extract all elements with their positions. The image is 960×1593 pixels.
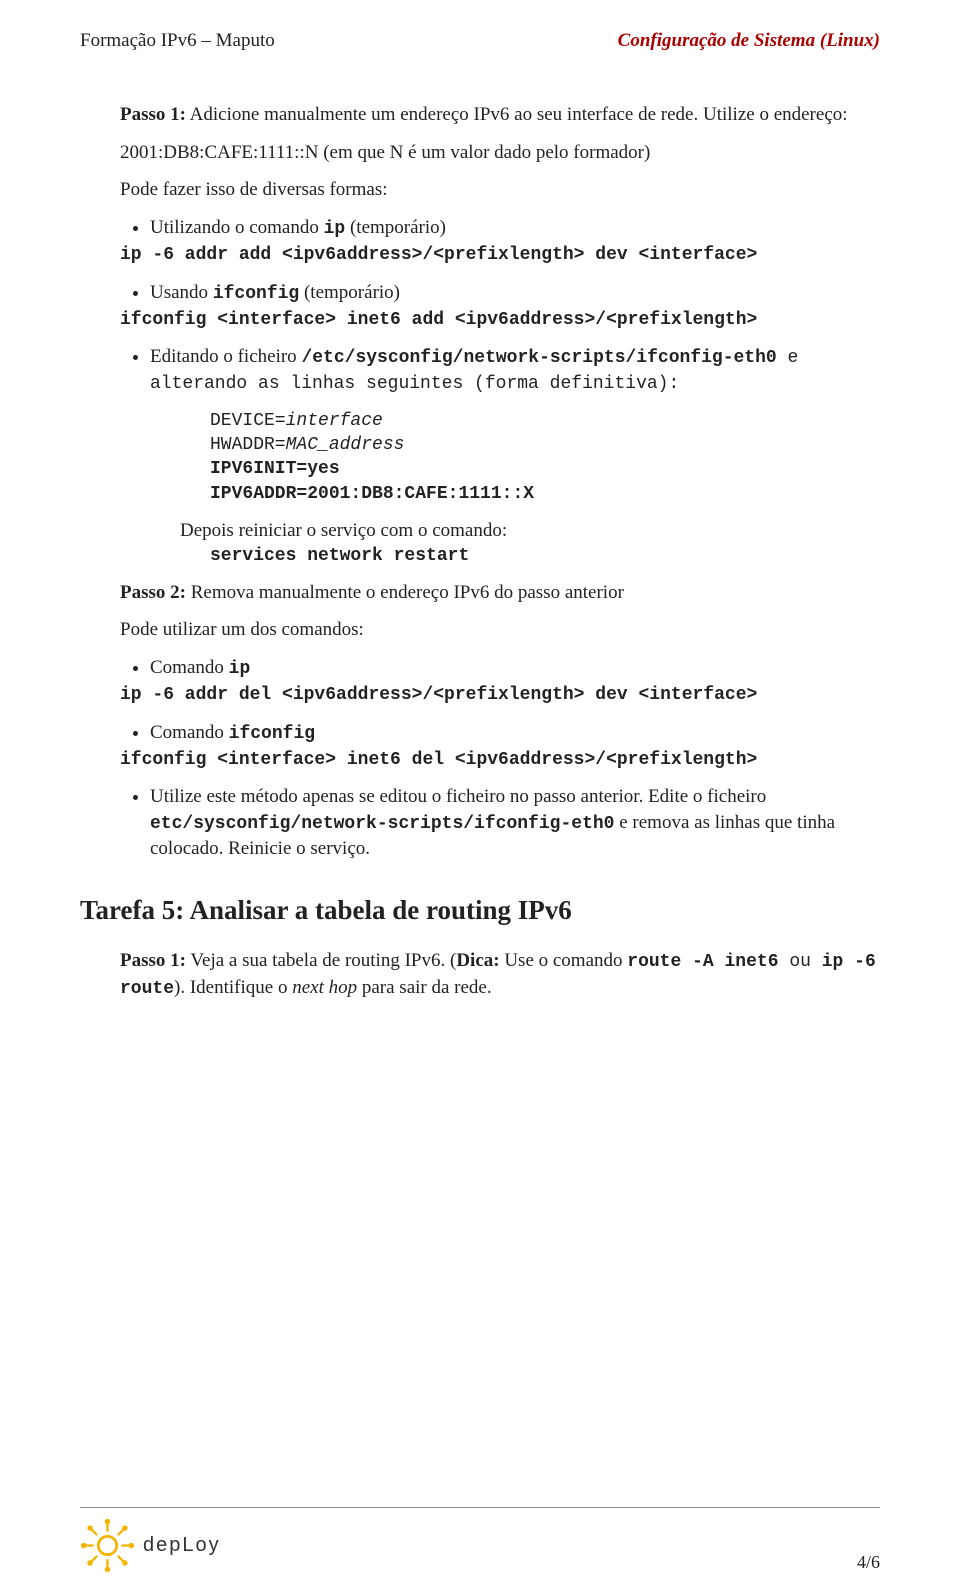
tarefa5-passo1: Passo 1: Veja a sua tabela de routing IP… bbox=[120, 948, 880, 1001]
passo1-title-text: Adicione manualmente um endereço IPv6 ao… bbox=[186, 104, 848, 125]
passo2-label: Passo 2: bbox=[120, 582, 186, 603]
passo2-title-text: Remova manualmente o endereço IPv6 do pa… bbox=[186, 582, 624, 603]
code-inline: etc/sysconfig/network-scripts/ifconfig-e… bbox=[150, 814, 614, 834]
passo1-item-ifconfig: Usando ifconfig (temporário) ifconfig <i… bbox=[150, 280, 880, 333]
passo1-address-line: 2001:DB8:CAFE:1111::N (em que N é um val… bbox=[120, 140, 880, 166]
passo2-item-ifconfig: Comando ifconfig ifconfig <interface> in… bbox=[150, 720, 880, 773]
deploy-logo: depLoy bbox=[80, 1518, 221, 1573]
passo2-pode: Pode utilizar um dos comandos: bbox=[120, 617, 880, 643]
footer-divider bbox=[80, 1507, 880, 1508]
passo2-title: Passo 2: Remova manualmente o endereço I… bbox=[120, 580, 880, 606]
bullet-text: Usando bbox=[150, 282, 213, 303]
passo1-depois: Depois reiniciar o serviço com o comando… bbox=[180, 518, 880, 568]
bullet-text: Editando o ficheiro bbox=[150, 346, 301, 367]
bullet-text: Comando bbox=[150, 657, 229, 678]
dica-label: Dica: bbox=[456, 950, 499, 971]
passo1-label: Passo 1: bbox=[120, 104, 186, 125]
passo1-pode: Pode fazer isso de diversas formas: bbox=[120, 177, 880, 203]
bullet-text-a: Utilize este método apenas se editou o f… bbox=[150, 786, 766, 807]
bullet-text-b: (temporário) bbox=[299, 282, 400, 303]
text-a: Veja a sua tabela de routing IPv6. ( bbox=[186, 950, 456, 971]
header-left: Formação IPv6 – Maputo bbox=[80, 30, 275, 52]
logo-text: depLoy bbox=[143, 1534, 221, 1557]
tarefa5-heading: Tarefa 5: Analisar a tabela de routing I… bbox=[80, 892, 880, 928]
code-line: ip -6 addr del <ipv6address>/<prefixleng… bbox=[120, 683, 880, 707]
passo2-item-edit-file: Utilize este método apenas se editou o f… bbox=[150, 784, 880, 862]
text-b: Use o comando bbox=[500, 950, 628, 971]
code-line: ifconfig <interface> inet6 add <ipv6addr… bbox=[120, 308, 880, 332]
bullet-text: Utilizando o comando bbox=[150, 217, 324, 238]
code-inline: ip bbox=[229, 659, 251, 679]
nexthop-italic: next hop bbox=[292, 977, 357, 998]
code-route: route -A inet6 bbox=[627, 952, 778, 972]
code-line: ip -6 addr add <ipv6address>/<prefixleng… bbox=[120, 243, 880, 267]
config-line-device: DEVICE=interface bbox=[210, 409, 880, 433]
code-inline: ip bbox=[324, 219, 346, 239]
cfg-key: DEVICE= bbox=[210, 411, 286, 431]
header-right: Configuração de Sistema (Linux) bbox=[618, 30, 880, 52]
passo2-item-ip: Comando ip ip -6 addr del <ipv6address>/… bbox=[150, 655, 880, 708]
ou-text: ou bbox=[779, 952, 822, 972]
text-d: para sair da rede. bbox=[357, 977, 492, 998]
code-inline: ifconfig bbox=[229, 724, 315, 744]
page-content: Passo 1: Adicione manualmente um endereç… bbox=[80, 102, 880, 1001]
passo1-item-ip: Utilizando o comando ip (temporário) ip … bbox=[150, 215, 880, 268]
tarefa5-p1-label: Passo 1: bbox=[120, 950, 186, 971]
passo1-title: Passo 1: Adicione manualmente um endereç… bbox=[120, 102, 880, 128]
footer-row: depLoy 4/6 bbox=[80, 1518, 880, 1573]
code-line: ifconfig <interface> inet6 del <ipv6addr… bbox=[120, 748, 880, 772]
sun-icon bbox=[80, 1518, 135, 1573]
cfg-key: HWADDR= bbox=[210, 435, 286, 455]
bullet-text-b: (temporário) bbox=[345, 217, 446, 238]
tarefa5-p1: Passo 1: Veja a sua tabela de routing IP… bbox=[120, 948, 880, 1001]
text-c: ). Identifique o bbox=[174, 977, 292, 998]
depois-cmd: services network restart bbox=[210, 544, 880, 568]
cfg-val: MAC_address bbox=[286, 435, 405, 455]
config-line-hwaddr: HWADDR=MAC_address bbox=[210, 433, 880, 457]
config-line-ipv6init: IPV6INIT=yes bbox=[210, 457, 880, 481]
page-header: Formação IPv6 – Maputo Configuração de S… bbox=[80, 30, 880, 52]
passo1-item-edit-file: Editando o ficheiro /etc/sysconfig/netwo… bbox=[150, 344, 880, 397]
config-file-block: DEVICE=interface HWADDR=MAC_address IPV6… bbox=[210, 409, 880, 506]
cfg-val: interface bbox=[286, 411, 383, 431]
passo2-list: Comando ip ip -6 addr del <ipv6address>/… bbox=[150, 655, 880, 862]
page-footer: depLoy 4/6 bbox=[0, 1507, 960, 1573]
bullet-text: Comando bbox=[150, 722, 229, 743]
config-line-ipv6addr: IPV6ADDR=2001:DB8:CAFE:1111::X bbox=[210, 482, 880, 506]
passo1-block: Passo 1: Adicione manualmente um endereç… bbox=[120, 102, 880, 203]
code-inline: /etc/sysconfig/network-scripts/ifconfig-… bbox=[301, 348, 776, 368]
page-number: 4/6 bbox=[857, 1552, 880, 1573]
depois-text: Depois reiniciar o serviço com o comando… bbox=[180, 518, 880, 544]
passo1-list: Utilizando o comando ip (temporário) ip … bbox=[150, 215, 880, 397]
code-inline: ifconfig bbox=[213, 284, 299, 304]
passo2-block: Passo 2: Remova manualmente o endereço I… bbox=[120, 580, 880, 643]
